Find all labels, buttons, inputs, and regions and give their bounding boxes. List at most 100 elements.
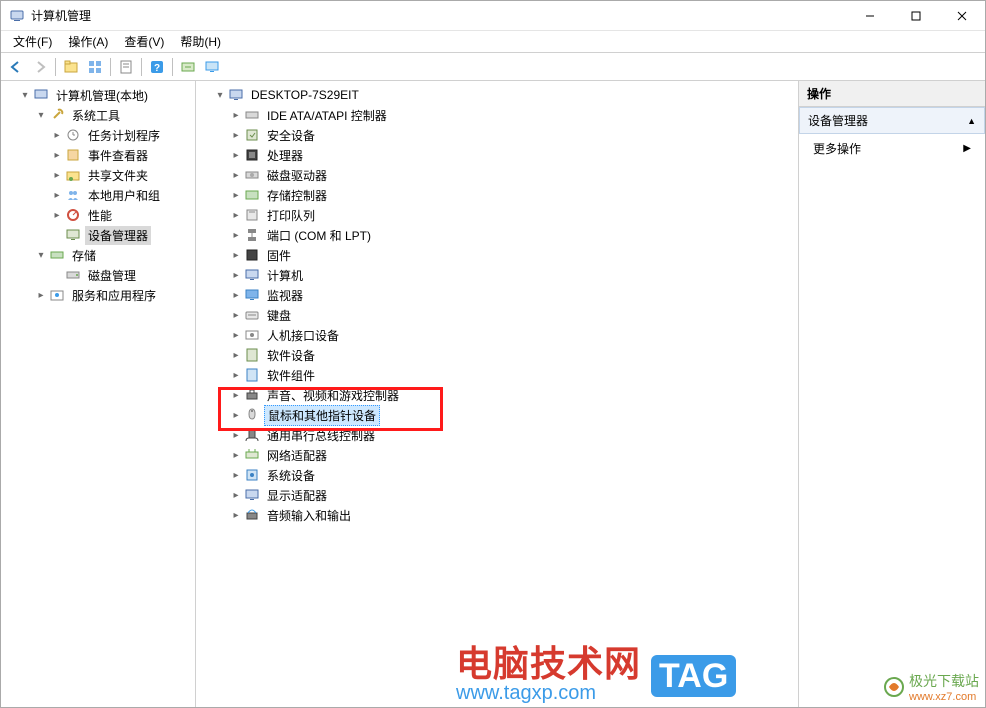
devmgr-category[interactable]: ▸软件组件 xyxy=(228,365,798,385)
tree-item-services-apps[interactable]: ▸ 服务和应用程序 xyxy=(33,285,195,305)
chevron-right-icon[interactable]: ▸ xyxy=(51,150,63,161)
toolbar-monitor-button[interactable] xyxy=(201,56,223,78)
chevron-right-icon[interactable]: ▸ xyxy=(230,330,242,341)
watermark2-url: www.xz7.com xyxy=(909,691,979,703)
users-icon xyxy=(65,187,81,203)
toolbar-properties-button[interactable] xyxy=(115,56,137,78)
body-panes: ▾ 计算机管理(本地) ▾ 系统工具 ▸任务计划程序 xyxy=(1,81,985,707)
event-icon xyxy=(65,147,81,163)
chevron-right-icon[interactable]: ▸ xyxy=(230,370,242,381)
devmgr-category[interactable]: ▸ 键盘 xyxy=(228,305,798,325)
tree-item-storage[interactable]: ▾ 存储 xyxy=(33,245,195,265)
chevron-right-icon[interactable]: ▸ xyxy=(230,230,242,241)
devmgr-root[interactable]: ▾ DESKTOP-7S29EIT xyxy=(212,85,798,105)
chevron-right-icon[interactable]: ▸ xyxy=(230,350,242,361)
close-button[interactable] xyxy=(939,1,985,31)
devmgr-category[interactable]: ▸磁盘驱动器 xyxy=(228,165,798,185)
toolbar-forward-button[interactable] xyxy=(29,56,51,78)
devmgr-category[interactable]: ▸ IDE ATA/ATAPI 控制器 xyxy=(228,105,798,125)
category-label: 安全设备 xyxy=(264,126,318,145)
chevron-right-icon[interactable]: ▸ xyxy=(230,450,242,461)
devmgr-category[interactable]: ▸ 系统设备 xyxy=(228,465,798,485)
chevron-right-icon[interactable]: ▸ xyxy=(230,470,242,481)
chevron-right-icon[interactable]: ▸ xyxy=(230,150,242,161)
devmgr-category[interactable]: ▸人机接口设备 xyxy=(228,325,798,345)
chevron-right-icon[interactable]: ▸ xyxy=(230,490,242,501)
devmgr-category[interactable]: ▸ 显示适配器 xyxy=(228,485,798,505)
tree-item-event-viewer[interactable]: ▸事件查看器 xyxy=(49,145,195,165)
toolbar-separator xyxy=(172,58,173,76)
devmgr-category[interactable]: ▸ 安全设备 xyxy=(228,125,798,145)
chevron-down-icon[interactable]: ▾ xyxy=(35,110,47,121)
chevron-right-icon[interactable]: ▸ xyxy=(230,310,242,321)
tree-item-device-manager[interactable]: ▸设备管理器 xyxy=(49,225,195,245)
chevron-right-icon[interactable]: ▸ xyxy=(230,190,242,201)
titlebar: 计算机管理 xyxy=(1,1,985,31)
chevron-right-icon[interactable]: ▸ xyxy=(51,130,63,141)
category-label: 打印队列 xyxy=(264,206,318,225)
toolbar-help-button[interactable]: ? xyxy=(146,56,168,78)
chevron-right-icon[interactable]: ▸ xyxy=(230,430,242,441)
actions-group[interactable]: 设备管理器 ▲ xyxy=(799,107,985,134)
chevron-right-icon[interactable]: ▸ xyxy=(51,170,63,181)
chevron-down-icon[interactable]: ▾ xyxy=(35,250,47,261)
devmgr-category[interactable]: ▸声音、视频和游戏控制器 xyxy=(228,385,798,405)
chevron-right-icon[interactable]: ▸ xyxy=(230,110,242,121)
devmgr-category[interactable]: ▸音频输入和输出 xyxy=(228,505,798,525)
menu-action[interactable]: 操作(A) xyxy=(60,31,116,52)
chevron-right-icon[interactable]: ▸ xyxy=(230,510,242,521)
chevron-right-icon[interactable]: ▸ xyxy=(51,190,63,201)
devmgr-category[interactable]: ▸网络适配器 xyxy=(228,445,798,465)
toolbar-up-button[interactable] xyxy=(60,56,82,78)
devmgr-category[interactable]: ▸监视器 xyxy=(228,285,798,305)
tree-item-performance[interactable]: ▸性能 xyxy=(49,205,195,225)
tree-item-root[interactable]: ▾ 计算机管理(本地) xyxy=(17,85,195,105)
chevron-right-icon[interactable]: ▸ xyxy=(230,130,242,141)
category-icon xyxy=(244,427,260,443)
tree-item-disk-mgmt[interactable]: ▸磁盘管理 xyxy=(49,265,195,285)
category-label: 显示适配器 xyxy=(264,486,330,505)
chevron-right-icon[interactable]: ▸ xyxy=(230,390,242,401)
actions-pane: 操作 设备管理器 ▲ 更多操作 ▶ 极光下载站 www.xz7.com xyxy=(799,81,985,707)
chevron-right-icon[interactable]: ▸ xyxy=(230,210,242,221)
actions-more[interactable]: 更多操作 ▶ xyxy=(799,134,985,163)
category-label: IDE ATA/ATAPI 控制器 xyxy=(264,106,390,125)
devmgr-category[interactable]: ▸软件设备 xyxy=(228,345,798,365)
tree-item-system-tools[interactable]: ▾ 系统工具 xyxy=(33,105,195,125)
chevron-right-icon[interactable]: ▸ xyxy=(230,290,242,301)
watermark-1: 电脑技术网 www.tagxp.com TAG xyxy=(456,646,794,705)
menu-view[interactable]: 查看(V) xyxy=(116,31,172,52)
toolbar-back-button[interactable] xyxy=(5,56,27,78)
devmgr-category[interactable]: ▸端口 (COM 和 LPT) xyxy=(228,225,798,245)
devmgr-category[interactable]: ▸ 打印队列 xyxy=(228,205,798,225)
devmgr-category[interactable]: ▸处理器 xyxy=(228,145,798,165)
devmgr-category[interactable]: ▸计算机 xyxy=(228,265,798,285)
chevron-right-icon[interactable]: ▸ xyxy=(230,250,242,261)
tree-item-local-users[interactable]: ▸本地用户和组 xyxy=(49,185,195,205)
chevron-right-icon[interactable]: ▸ xyxy=(230,410,242,421)
minimize-button[interactable] xyxy=(847,1,893,31)
collapse-icon[interactable]: ▲ xyxy=(967,116,976,126)
devmgr-category[interactable]: ▸通用串行总线控制器 xyxy=(228,425,798,445)
menu-help[interactable]: 帮助(H) xyxy=(172,31,229,52)
toolbar-view-button[interactable] xyxy=(84,56,106,78)
tree-item-shared-folders[interactable]: ▸共享文件夹 xyxy=(49,165,195,185)
devmgr-category[interactable]: ▸固件 xyxy=(228,245,798,265)
tree-item-task-scheduler[interactable]: ▸任务计划程序 xyxy=(49,125,195,145)
category-label: 系统设备 xyxy=(264,466,318,485)
category-label: 键盘 xyxy=(264,306,294,325)
chevron-right-icon[interactable]: ▸ xyxy=(230,270,242,281)
left-tree-pane[interactable]: ▾ 计算机管理(本地) ▾ 系统工具 ▸任务计划程序 xyxy=(1,81,196,707)
chevron-down-icon[interactable]: ▾ xyxy=(19,90,31,101)
chevron-right-icon[interactable]: ▸ xyxy=(51,210,63,221)
menubar: 文件(F) 操作(A) 查看(V) 帮助(H) xyxy=(1,31,985,53)
chevron-down-icon[interactable]: ▾ xyxy=(214,90,226,101)
maximize-button[interactable] xyxy=(893,1,939,31)
toolbar-scan-button[interactable] xyxy=(177,56,199,78)
chevron-right-icon[interactable]: ▸ xyxy=(230,170,242,181)
menu-file[interactable]: 文件(F) xyxy=(5,31,60,52)
devmgr-category[interactable]: ▸鼠标和其他指针设备 xyxy=(228,405,798,425)
chevron-right-icon[interactable]: ▸ xyxy=(35,290,47,301)
devmgr-category[interactable]: ▸存储控制器 xyxy=(228,185,798,205)
device-manager-pane[interactable]: ▾ DESKTOP-7S29EIT ▸ IDE ATA/ATAPI 控制器 ▸ 安全设… xyxy=(196,81,799,707)
